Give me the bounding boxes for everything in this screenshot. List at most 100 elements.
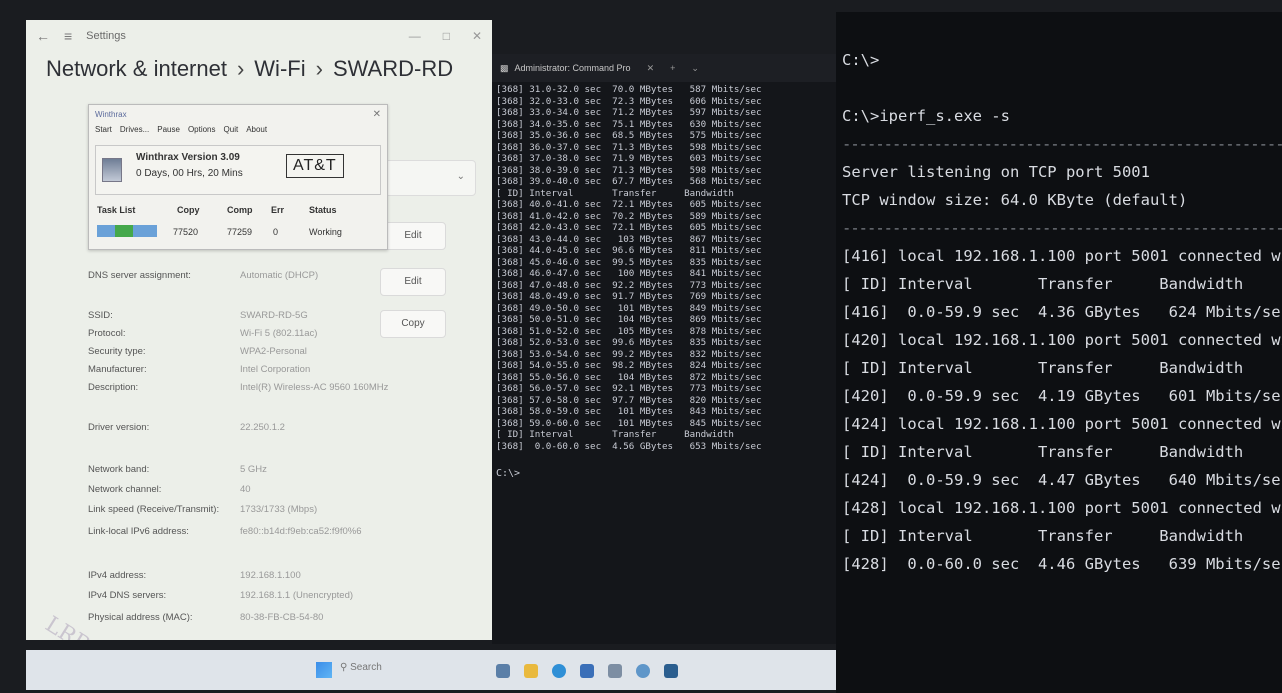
- dns-assignment-label: DNS server assignment:: [88, 270, 191, 281]
- menu-item-drives[interactable]: Drives...: [120, 125, 149, 134]
- breadcrumb: Network & internet › Wi-Fi › SWARD-RD: [26, 56, 492, 82]
- cmd-tab[interactable]: ▩ Administrator: Command Pro ✕ + ⌄: [492, 54, 836, 82]
- winthrax-taskbar-icon[interactable]: [608, 664, 622, 678]
- terminal-line: [368] 41.0-42.0 sec 70.2 MBytes 589 Mbit…: [496, 210, 762, 222]
- task-view-icon[interactable]: [496, 664, 510, 678]
- terminal-line: [368] 59.0-60.0 sec 101 MBytes 845 Mbits…: [496, 417, 762, 429]
- winthrax-info-panel: Winthrax Version 3.09 0 Days, 00 Hrs, 20…: [95, 145, 381, 195]
- winthrax-title: Winthrax: [95, 109, 127, 119]
- breadcrumb-ssid: SWARD-RD: [332, 56, 454, 81]
- terminal-line: C:\>iperf_s.exe -s: [842, 107, 1010, 125]
- menu-item-options[interactable]: Options: [188, 125, 216, 134]
- iperf-output: C:\> C:\>iperf_s.exe -s ------------------…: [836, 12, 1282, 578]
- winthrax-dialog: Winthrax ✕ Start Drives... Pause Options…: [88, 104, 388, 250]
- terminal-line: [368] 54.0-55.0 sec 98.2 MBytes 824 Mbit…: [496, 360, 762, 371]
- terminal-line: [368] 56.0-57.0 sec 92.1 MBytes 773 Mbit…: [496, 383, 762, 394]
- terminal-line: [368] 55.0-56.0 sec 104 MBytes 872 Mbits…: [496, 371, 762, 383]
- terminal-line: [416] local 192.168.1.100 port 5001 conn…: [842, 247, 1282, 265]
- terminal-line: [420] local 192.168.1.100 port 5001 conn…: [842, 331, 1282, 349]
- terminal-line: Server listening on TCP port 5001: [842, 163, 1150, 181]
- terminal-line: [368] 49.0-50.0 sec 101 MBytes 849 Mbits…: [496, 302, 762, 314]
- terminal-line: [368] 34.0-35.0 sec 75.1 MBytes 630 Mbit…: [496, 118, 762, 130]
- terminal-line: [424] 0.0-59.9 sec 4.47 GBytes 640 Mbits…: [842, 471, 1282, 489]
- cmd-prompt[interactable]: C:\>: [492, 454, 836, 493]
- maximize-icon[interactable]: □: [443, 29, 450, 43]
- terminal-line: [424] local 192.168.1.100 port 5001 conn…: [842, 415, 1282, 433]
- terminal-line: [368] 57.0-58.0 sec 97.7 MBytes 820 Mbit…: [496, 394, 762, 406]
- settings-gear-icon[interactable]: [636, 664, 650, 678]
- close-icon[interactable]: ✕: [472, 29, 482, 43]
- terminal-line: [368] 39.0-40.0 sec 67.7 MBytes 568 Mbit…: [496, 176, 762, 187]
- winthrax-uptime: 0 Days, 00 Hrs, 20 Mins: [136, 168, 243, 179]
- command-prompt-window: ▩ Administrator: Command Pro ✕ + ⌄ [368]…: [492, 54, 836, 644]
- drive-status-icons: [97, 225, 157, 237]
- chevron-right-icon: ›: [315, 56, 323, 81]
- terminal-line: [ ID] Interval Transfer Bandwidth: [842, 359, 1244, 377]
- terminal-line: [368] 51.0-52.0 sec 105 MBytes 878 Mbits…: [496, 325, 762, 337]
- chevron-down-icon[interactable]: ⌄: [691, 63, 699, 74]
- breadcrumb-network[interactable]: Network & internet: [46, 56, 227, 81]
- cmd-output: [368] 31.0-32.0 sec 70.0 MBytes 587 Mbit…: [492, 82, 836, 454]
- terminal-line: [368] 31.0-32.0 sec 70.0 MBytes 587 Mbit…: [496, 84, 762, 95]
- back-arrow-icon[interactable]: ←: [36, 28, 50, 44]
- terminal-line: TCP window size: 64.0 KByte (default): [842, 191, 1188, 209]
- terminal-line: [416] 0.0-59.9 sec 4.36 GBytes 624 Mbits…: [842, 303, 1282, 321]
- close-icon[interactable]: ✕: [373, 109, 381, 120]
- winthrax-titlebar: Winthrax ✕: [89, 105, 387, 123]
- new-tab-icon[interactable]: +: [670, 63, 675, 73]
- iperf-server-console: C:\> C:\>iperf_s.exe -s ------------------…: [836, 12, 1282, 693]
- taskbar-search[interactable]: ⚲ Search: [340, 662, 382, 673]
- terminal-line: [368] 52.0-53.0 sec 99.6 MBytes 835 Mbit…: [496, 337, 762, 348]
- file-explorer-icon[interactable]: [524, 664, 538, 678]
- terminal-line: C:\>: [842, 51, 880, 69]
- taskbar: ⚲ Search: [26, 650, 836, 690]
- settings-title: Settings: [86, 30, 126, 42]
- chevron-down-icon: ⌄: [456, 171, 465, 182]
- menu-item-pause[interactable]: Pause: [157, 125, 180, 134]
- minimize-icon[interactable]: —: [409, 29, 421, 43]
- terminal-line: ----------------------------------------…: [842, 135, 1282, 153]
- menu-item-quit[interactable]: Quit: [224, 125, 239, 134]
- ip-edit-button[interactable]: Edit: [380, 222, 446, 250]
- terminal-line: [368] 47.0-48.0 sec 92.2 MBytes 773 Mbit…: [496, 279, 762, 291]
- terminal-line: [ ID] Interval Transfer Bandwidth: [842, 275, 1244, 293]
- close-tab-icon[interactable]: ✕: [647, 63, 655, 74]
- winthrax-menu: Start Drives... Pause Options Quit About: [89, 123, 387, 136]
- terminal-line: [368] 37.0-38.0 sec 71.9 MBytes 603 Mbit…: [496, 153, 762, 164]
- cmd-tab-title: Administrator: Command Pro: [514, 63, 631, 73]
- terminal-line: [368] 58.0-59.0 sec 101 MBytes 843 Mbits…: [496, 406, 762, 417]
- network-dropdown[interactable]: ⌄: [376, 160, 476, 196]
- terminal-line: ----------------------------------------…: [842, 219, 1282, 237]
- hamburger-menu-icon[interactable]: ≡: [64, 28, 72, 44]
- terminal-line: [368] 36.0-37.0 sec 71.3 MBytes 598 Mbit…: [496, 141, 762, 153]
- terminal-line: [368] 50.0-51.0 sec 104 MBytes 869 Mbits…: [496, 314, 762, 325]
- terminal-taskbar-icon[interactable]: [664, 664, 678, 678]
- terminal-line: [368] 48.0-49.0 sec 91.7 MBytes 769 Mbit…: [496, 291, 762, 302]
- terminal-line: [368] 53.0-54.0 sec 99.2 MBytes 832 Mbit…: [496, 348, 762, 360]
- terminal-line: [368] 42.0-43.0 sec 72.1 MBytes 605 Mbit…: [496, 222, 762, 233]
- store-icon[interactable]: [580, 664, 594, 678]
- menu-item-about[interactable]: About: [246, 125, 267, 134]
- edge-browser-icon[interactable]: [552, 664, 566, 678]
- terminal-line: [420] 0.0-59.9 sec 4.19 GBytes 601 Mbits…: [842, 387, 1282, 405]
- terminal-line: [ ID] Interval Transfer Bandwidth: [496, 187, 734, 199]
- terminal-line: [368] 33.0-34.0 sec 71.2 MBytes 597 Mbit…: [496, 107, 762, 118]
- terminal-icon: ▩: [500, 62, 509, 73]
- windows-start-icon[interactable]: [316, 662, 332, 678]
- terminal-line: [428] local 192.168.1.100 port 5001 conn…: [842, 499, 1282, 517]
- terminal-line: [368] 32.0-33.0 sec 72.3 MBytes 606 Mbit…: [496, 95, 762, 107]
- terminal-line: [368] 45.0-46.0 sec 99.5 MBytes 835 Mbit…: [496, 256, 762, 268]
- breadcrumb-wifi[interactable]: Wi-Fi: [254, 56, 305, 81]
- terminal-line: [368] 0.0-60.0 sec 4.56 GBytes 653 Mbits…: [496, 440, 762, 452]
- settings-window: ← ≡ Settings — □ ✕ Network & internet › Wi…: [26, 20, 492, 640]
- terminal-line: [368] 38.0-39.0 sec 71.3 MBytes 598 Mbit…: [496, 164, 762, 176]
- chevron-right-icon: ›: [236, 56, 245, 81]
- dns-assignment-value: Automatic (DHCP): [240, 270, 319, 281]
- settings-titlebar: ← ≡ Settings — □ ✕: [26, 20, 492, 52]
- terminal-line: [ ID] Interval Transfer Bandwidth: [842, 527, 1244, 545]
- terminal-line: [368] 43.0-44.0 sec 103 MBytes 867 Mbits…: [496, 233, 762, 245]
- terminal-line: [428] 0.0-60.0 sec 4.46 GBytes 639 Mbits…: [842, 555, 1282, 573]
- menu-item-start[interactable]: Start: [95, 125, 112, 134]
- terminal-line: [368] 35.0-36.0 sec 68.5 MBytes 575 Mbit…: [496, 130, 762, 141]
